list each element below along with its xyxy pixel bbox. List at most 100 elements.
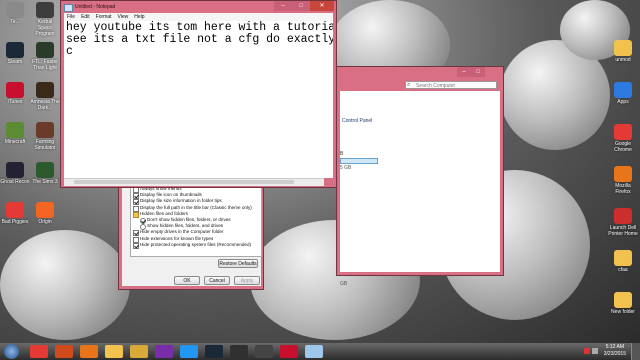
menu-edit[interactable]: Edit <box>78 14 93 20</box>
desktop-icon-label: Farming Simulator <box>34 139 56 151</box>
steam-icon <box>6 42 24 58</box>
option-label: Display the full path in the title bar (… <box>140 204 252 210</box>
system-clock[interactable]: 5:12 AM 3/23/2015 <box>604 344 626 358</box>
desktop-icon-farming[interactable]: Farming Simulator <box>30 122 60 151</box>
folder-options-panel: Always show menus Display file icon on th… <box>122 180 262 286</box>
desktop-icon-steam[interactable]: Steam <box>0 42 30 65</box>
desktop-icon-chrome[interactable]: Google Chrome <box>608 124 638 153</box>
taskbar-game-icon[interactable] <box>230 345 248 358</box>
taskbar-explorer-icon[interactable] <box>105 345 123 358</box>
desktop-icon-badpiggies[interactable]: Bad Piggies <box>0 202 30 225</box>
desktop-icon-label: Google Chrome <box>614 141 632 153</box>
show-desktop-button[interactable] <box>631 343 640 360</box>
desktop-icon-label: cfaa <box>618 267 628 273</box>
menu-help[interactable]: Help <box>131 14 147 20</box>
desktop-icon-label: Mozilla Firefox <box>615 183 631 195</box>
desktop-icon-te[interactable]: Te... <box>0 2 30 25</box>
desktop-icon-dell-printer[interactable]: Launch Dell Printer Home <box>608 208 638 237</box>
taskbar-skype-icon[interactable] <box>180 345 198 358</box>
taskbar-steam-icon[interactable] <box>205 345 223 358</box>
menu-view[interactable]: View <box>115 14 132 20</box>
desktop-icon-new-folder[interactable]: New folder <box>608 292 638 315</box>
desktop-icon-sims[interactable]: The Sims 3 <box>30 162 60 185</box>
desktop-icon-kerbal[interactable]: Kerbal Space Program <box>30 2 60 37</box>
advanced-settings-list[interactable]: Always show menus Display file icon on th… <box>130 185 262 257</box>
checkbox[interactable] <box>133 242 139 249</box>
notepad-window[interactable]: Untitled - Notepad – □ ✕ File Edit Format V… <box>60 0 337 188</box>
desktop-icon-itunes[interactable]: iTunes <box>0 82 30 105</box>
taskbar-obs-icon[interactable] <box>255 345 273 358</box>
apply-button[interactable]: Apply <box>234 276 260 285</box>
ftl-icon <box>36 42 54 58</box>
option-label: Don't show hidden files, folders, or dri… <box>147 217 231 223</box>
control-panel-window[interactable]: Search Computer ⌕ Control Panel B 5 GB G… <box>336 66 504 287</box>
te-icon <box>6 2 24 18</box>
close-button[interactable]: ✕ <box>310 1 334 11</box>
taskbar-firefox-icon[interactable] <box>80 345 98 358</box>
desktop-icon-label: Te... <box>10 19 20 25</box>
firefox-icon <box>614 166 632 182</box>
minimize-button[interactable]: – <box>457 67 471 77</box>
text-editor-area[interactable]: hey youtube its tom here with a tutorial… <box>64 21 333 178</box>
taskbar-app-icon[interactable] <box>155 345 173 358</box>
desktop-icon-label: New folder <box>611 309 635 315</box>
desktop-icon-minecraft[interactable]: Minecraft <box>0 122 30 145</box>
flag-icon[interactable] <box>584 348 590 354</box>
taskbar-folder-icon[interactable] <box>130 345 148 358</box>
option-label: Hide extensions for known file types <box>140 235 214 241</box>
new-folder-icon <box>614 292 632 308</box>
folder-options-dialog[interactable]: Always show menus Display file icon on th… <box>118 180 264 290</box>
scrollbar-thumb[interactable] <box>74 180 294 184</box>
desktop-icon-unmod[interactable]: unmod <box>608 40 638 63</box>
start-button[interactable] <box>4 344 19 359</box>
restore-defaults-button[interactable]: Restore Defaults <box>218 259 258 268</box>
sims-icon <box>36 162 54 178</box>
taskbar-itunes-icon[interactable] <box>280 345 298 358</box>
desktop-icon-amnesia[interactable]: Amnesia The Dark... <box>30 82 60 111</box>
drive-size-text: 5 GB <box>340 165 352 171</box>
itunes-icon <box>6 82 24 98</box>
cancel-button[interactable]: Cancel <box>204 276 230 285</box>
taskbar-chrome-icon[interactable] <box>30 345 48 358</box>
desktop-icon-label: iTunes <box>7 99 23 105</box>
taskbar-notepad-icon[interactable] <box>305 345 323 358</box>
option-label: Hide protected operating system files (R… <box>140 241 252 247</box>
search-computer-input[interactable]: Search Computer <box>405 81 497 89</box>
option-label: Show hidden files, folders, and drives <box>147 223 224 229</box>
option-label: Hidden files and folders <box>140 210 189 216</box>
desktop-icon-cfaa[interactable]: cfaa <box>608 250 638 273</box>
apps-icon <box>614 82 632 98</box>
desktop-icon-origin[interactable]: Origin <box>30 202 60 225</box>
desktop-icon-label: Minecraft <box>4 139 26 145</box>
maximize-button[interactable]: □ <box>292 1 310 11</box>
desktop-icon-label: Bad Piggies <box>1 219 29 225</box>
menu-file[interactable]: File <box>64 14 78 20</box>
horizontal-scrollbar[interactable] <box>64 178 324 186</box>
menu-bar: File Edit Format View Help <box>64 13 333 21</box>
desktop-icon-firefox[interactable]: Mozilla Firefox <box>608 166 638 195</box>
option-label: Display file size information in folder … <box>140 198 222 204</box>
minimize-button[interactable]: – <box>274 1 292 11</box>
maximize-button[interactable]: □ <box>471 67 485 77</box>
option-row[interactable]: Hide protected operating system files (R… <box>131 241 261 249</box>
desktop-icon-label: FTL: Faster Than Light <box>32 59 58 71</box>
desktop-icon-label: Ghost Recon <box>0 179 30 185</box>
badpiggies-icon <box>6 202 24 218</box>
desktop-icon-ghostrecon[interactable]: Ghost Recon <box>0 162 30 185</box>
farming-icon <box>36 122 54 138</box>
network-icon[interactable] <box>592 348 598 354</box>
ok-button[interactable]: OK <box>174 276 200 285</box>
origin-icon <box>36 202 54 218</box>
amnesia-icon <box>36 82 54 98</box>
desktop-icon-ftl[interactable]: FTL: Faster Than Light <box>30 42 60 71</box>
address-bar[interactable]: Control Panel <box>340 117 402 125</box>
menu-format[interactable]: Format <box>93 14 115 20</box>
clock-time: 5:12 AM <box>605 344 625 350</box>
taskbar-media-icon[interactable] <box>55 345 73 358</box>
option-label: Hide empty drives in the Computer folder <box>140 229 224 235</box>
drive-label: B <box>340 151 344 157</box>
desktop-icon-apps[interactable]: Apps <box>608 82 638 105</box>
drive-size-text-2: GB <box>340 281 348 287</box>
window-title: Untitled - Notepad <box>75 4 116 10</box>
desktop-icon-label: Amnesia The Dark... <box>30 99 60 111</box>
